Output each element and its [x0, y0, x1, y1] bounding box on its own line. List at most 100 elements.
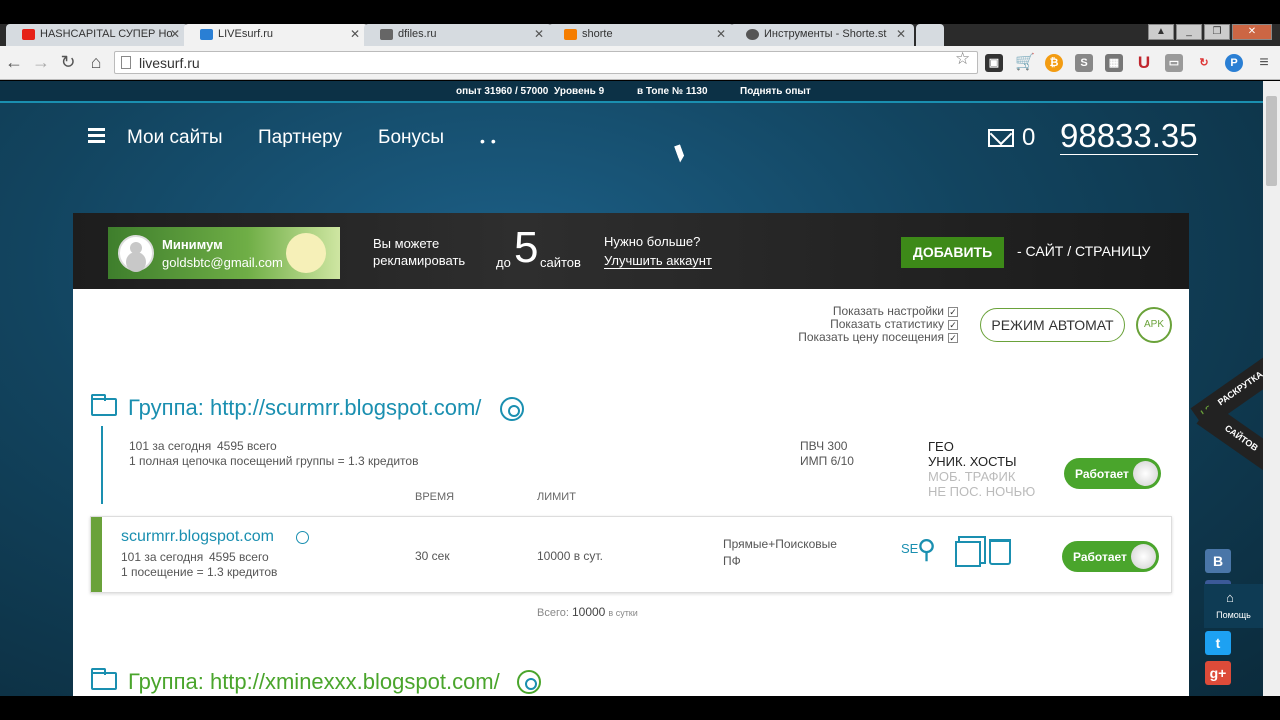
reload-icon[interactable]: ↻ [58, 53, 78, 71]
tab-dfiles[interactable]: dfiles.ru ✕ [364, 24, 552, 46]
settings-gear-icon[interactable] [500, 397, 524, 421]
help-label: Помощь [1216, 610, 1251, 620]
bitcoin-icon[interactable]: ₿ [1045, 54, 1063, 72]
group-divider [101, 426, 103, 504]
tab-livesurf[interactable]: LIVEsurf.ru ✕ [184, 24, 368, 46]
nav-partner[interactable]: Партнеру [258, 127, 342, 149]
tab-title: Инструменты - Shorte.st [764, 28, 887, 40]
site-time-value: 30 сек [415, 549, 450, 563]
extension-icon[interactable]: ▣ [985, 54, 1003, 72]
group-chain-price: 1 полная цепочка посещений группы = 1.3 … [129, 454, 419, 468]
upgrade-account-link[interactable]: Улучшить аккаунт [604, 253, 712, 269]
bottom-black-bar [0, 696, 1280, 720]
search-icon[interactable]: ⚲ [917, 535, 936, 563]
tab-title: shorte [582, 28, 613, 40]
close-icon[interactable]: ✕ [534, 27, 544, 41]
settings-gear-icon[interactable] [517, 670, 541, 694]
copy-icon[interactable] [955, 541, 981, 567]
site-today-visits: 101 за сегодня [121, 550, 204, 564]
site-status-toggle[interactable]: Работает [1062, 541, 1159, 572]
clock-icon[interactable] [296, 531, 309, 544]
close-window-button[interactable]: ✕ [1232, 24, 1272, 40]
user-card[interactable]: Минимум goldsbtc@gmail.com [108, 227, 340, 279]
folder-icon [91, 394, 117, 416]
balance[interactable]: 98833.35 [1060, 118, 1198, 155]
google-plus-icon[interactable]: g+ [1205, 661, 1231, 685]
mail-icon[interactable] [988, 129, 1014, 147]
no-night-visits-filter[interactable]: НЕ ПОС. НОЧЬЮ [928, 484, 1035, 499]
back-arrow-icon[interactable]: ← [4, 53, 24, 71]
close-icon[interactable]: ✕ [170, 27, 180, 41]
checkbox-checked-icon[interactable]: ✓ [948, 320, 958, 330]
add-site-suffix: - САЙТ / СТРАНИЦУ [1017, 243, 1151, 259]
trash-icon[interactable] [989, 539, 1011, 565]
menu-icon[interactable]: ≡ [1255, 54, 1273, 72]
show-stats-option[interactable]: Показать статистику ✓ [793, 317, 958, 331]
mail-count: 0 [1022, 124, 1036, 151]
p2p-icon[interactable]: P [1225, 54, 1243, 72]
checkbox-checked-icon[interactable]: ✓ [948, 307, 958, 317]
level-text: Уровень 9 [554, 86, 605, 97]
promotion-side-tab[interactable]: LS РАСКРУТКА САЙТОВ [1190, 356, 1263, 476]
close-icon[interactable]: ✕ [716, 27, 726, 41]
nav-bonuses[interactable]: Бонусы [378, 127, 444, 149]
cart-icon[interactable]: 🛒 [1015, 54, 1035, 72]
minimize-button[interactable]: _ [1176, 24, 1202, 40]
raise-experience-link[interactable]: Поднять опыт [740, 86, 811, 97]
promotion-label: РАСКРУТКА [1215, 369, 1263, 408]
scrollbar-thumb[interactable] [1266, 96, 1277, 186]
se-extension-icon[interactable]: S [1075, 54, 1093, 72]
traffic-source: Прямые+Поисковые [723, 537, 837, 551]
url-text: livesurf.ru [139, 55, 200, 71]
screen-icon[interactable]: ▭ [1165, 54, 1183, 72]
graduation-cap-icon: ⌂ [1226, 590, 1234, 605]
bookmark-star-icon[interactable]: ☆ [955, 49, 970, 69]
mobile-traffic-filter[interactable]: МОБ. ТРАФИК [928, 469, 1015, 484]
tab-title: HASHCAPITAL СУПЕР Но [40, 28, 173, 40]
vk-icon[interactable]: B [1205, 549, 1231, 573]
close-icon[interactable]: ✕ [350, 27, 360, 41]
total-value: 10000 [571, 605, 606, 619]
livesurf-favicon-icon [200, 29, 213, 40]
nav-my-sites[interactable]: Мои сайты [127, 127, 223, 149]
help-button[interactable]: ⌂ Помощь [1204, 584, 1263, 628]
show-price-option[interactable]: Показать цену посещения ✓ [773, 330, 958, 344]
geo-filter[interactable]: ГЕО [928, 439, 954, 454]
twitter-icon[interactable]: t [1205, 631, 1231, 655]
shorte-favicon-icon [746, 29, 759, 40]
auto-mode-button[interactable]: РЕЖИМ АВТОМАТ [980, 308, 1125, 342]
tab-shorte-tools[interactable]: Инструменты - Shorte.st ✕ [730, 24, 914, 46]
arrow-extension-icon[interactable]: ↻ [1195, 54, 1213, 72]
close-icon[interactable]: ✕ [896, 27, 906, 41]
show-settings-option[interactable]: Показать настройки ✓ [793, 304, 958, 318]
add-site-button[interactable]: ДОБАВИТЬ [901, 237, 1004, 268]
site-limit-value: 10000 в сут. [537, 549, 603, 563]
site-total-visits: 4595 всего [209, 550, 269, 564]
new-tab-button[interactable] [916, 24, 944, 46]
u-extension-icon[interactable]: U [1135, 54, 1153, 72]
profile-icon[interactable]: ▲ [1148, 24, 1174, 40]
site-name-link[interactable]: scurmrr.blogspot.com [121, 528, 274, 546]
total-per-day: Всего: 10000 в сутки [537, 605, 638, 619]
apk-button[interactable]: APK [1136, 307, 1172, 343]
pvch-value: ПВЧ 300 [800, 439, 848, 453]
nav-more-dots[interactable]: •• [480, 133, 502, 149]
hamburger-menu-icon[interactable] [88, 128, 105, 143]
avatar [118, 235, 154, 271]
box-icon[interactable]: ▦ [1105, 54, 1123, 72]
upto-label: до [496, 255, 511, 270]
unique-hosts-filter[interactable]: УНИК. ХОСТЫ [928, 454, 1017, 469]
group-status-toggle[interactable]: Работает [1064, 458, 1161, 489]
address-bar[interactable]: livesurf.ru [114, 51, 978, 74]
home-icon[interactable]: ⌂ [86, 53, 106, 71]
column-limit-header: ЛИМИТ [537, 491, 576, 503]
maximize-button[interactable]: ❐ [1204, 24, 1230, 40]
group-title[interactable]: Группа: http://scurmrr.blogspot.com/ [128, 395, 481, 421]
total-unit: в сутки [608, 608, 638, 618]
tab-bar: HASHCAPITAL СУПЕР Но ✕ LIVEsurf.ru ✕ dfi… [0, 24, 1280, 46]
group-title[interactable]: Группа: http://xminexxx.blogspot.com/ [128, 669, 500, 695]
tab-hashcapital[interactable]: HASHCAPITAL СУПЕР Но ✕ [6, 24, 188, 46]
tab-shorte[interactable]: shorte ✕ [548, 24, 734, 46]
checkbox-checked-icon[interactable]: ✓ [948, 333, 958, 343]
forward-arrow-icon[interactable]: → [31, 53, 51, 71]
